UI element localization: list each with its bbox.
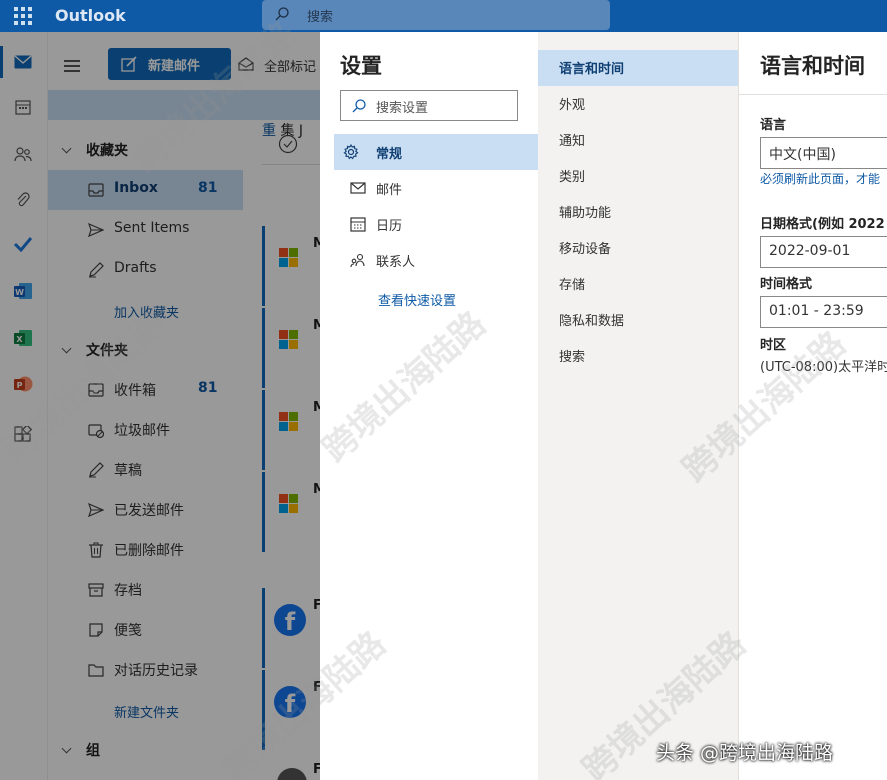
pane-title: 语言和时间 xyxy=(760,54,865,78)
language-label: 语言 xyxy=(760,118,787,133)
search-icon xyxy=(352,99,366,113)
view-quick-settings-link[interactable]: 查看快速设置 xyxy=(378,290,456,309)
settings-search-placeholder: 搜索设置 xyxy=(376,101,429,116)
subcategory-categories[interactable]: 类别 xyxy=(538,158,738,194)
date-format-label: 日期格式(例如 2022 xyxy=(760,217,885,232)
category-label: 日历 xyxy=(376,219,403,234)
settings-category-mail[interactable]: 邮件 xyxy=(340,170,538,206)
gear-icon xyxy=(343,144,359,160)
subcategory-notifications[interactable]: 通知 xyxy=(538,122,738,158)
category-label: 邮件 xyxy=(376,183,403,198)
date-format-dropdown[interactable]: 2022-09-01 xyxy=(760,236,887,268)
category-label: 联系人 xyxy=(376,255,416,270)
timezone-label: 时区 xyxy=(760,338,787,353)
category-label: 常规 xyxy=(376,147,403,162)
settings-category-nav: 设置 搜索设置 常规 邮件 日历 联系人 查看快速设置 xyxy=(320,32,538,780)
mail-icon xyxy=(350,182,366,194)
subcategory-appearance[interactable]: 外观 xyxy=(538,86,738,122)
settings-detail-pane: 语言和时间 语言 中文(中国) 必须刷新此页面，才能 日期格式(例如 2022 … xyxy=(739,32,887,780)
refresh-note: 必须刷新此页面，才能 xyxy=(760,172,881,186)
subcategory-storage[interactable]: 存储 xyxy=(538,266,738,302)
calendar-icon xyxy=(350,217,366,232)
timezone-value[interactable]: (UTC-08:00)太平洋时 xyxy=(760,356,887,375)
pane-divider xyxy=(739,94,887,95)
settings-subcategory-nav: 语言和时间 外观 通知 类别 辅助功能 移动设备 存储 隐私和数据 搜索 xyxy=(538,32,739,780)
time-format-dropdown[interactable]: 01:01 - 23:59 xyxy=(760,296,887,328)
subcategory-accessibility[interactable]: 辅助功能 xyxy=(538,194,738,230)
language-dropdown[interactable]: 中文(中国) xyxy=(760,137,887,169)
settings-dialog: 设置 搜索设置 常规 邮件 日历 联系人 查看快速设置 语言和时间 外观 通知 … xyxy=(320,32,887,780)
credit-caption: 头条 @跨境出海陆路 xyxy=(656,742,834,764)
subcategory-mobile-devices[interactable]: 移动设备 xyxy=(538,230,738,266)
people-icon xyxy=(350,253,365,268)
subcategory-privacy-data[interactable]: 隐私和数据 xyxy=(538,302,738,338)
topbar-overlay xyxy=(0,0,887,32)
subcategory-language-time[interactable]: 语言和时间 xyxy=(538,50,738,86)
subcategory-search[interactable]: 搜索 xyxy=(538,338,738,374)
settings-category-people[interactable]: 联系人 xyxy=(340,242,538,278)
settings-title: 设置 xyxy=(340,54,382,78)
time-format-label: 时间格式 xyxy=(760,277,813,292)
settings-category-calendar[interactable]: 日历 xyxy=(340,206,538,242)
settings-search-input[interactable]: 搜索设置 xyxy=(340,90,518,121)
settings-category-general[interactable]: 常规 xyxy=(334,134,538,170)
